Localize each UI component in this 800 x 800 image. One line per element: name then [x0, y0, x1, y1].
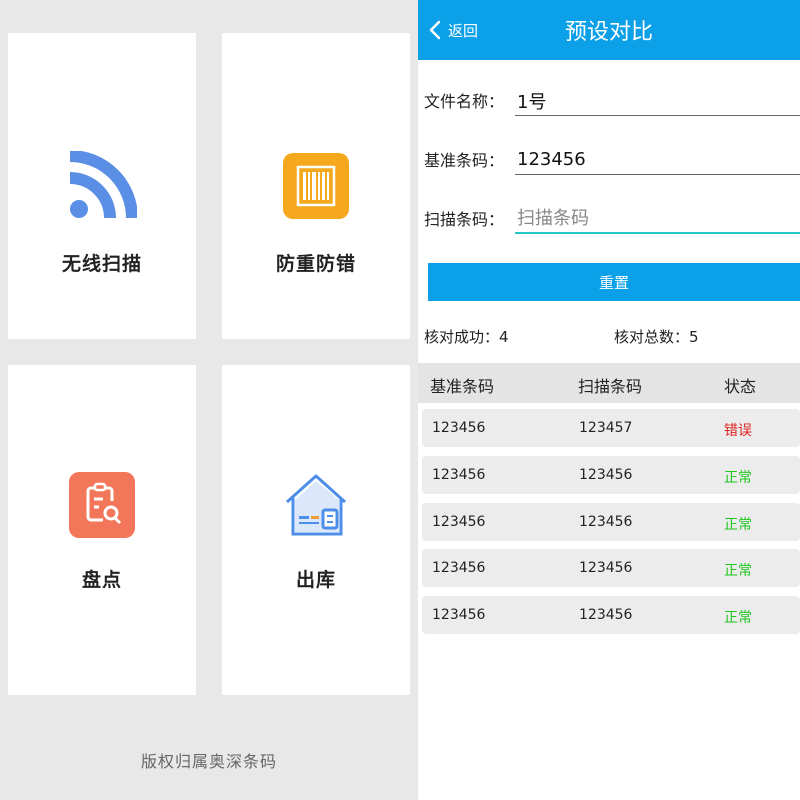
file-name-row: 文件名称：	[418, 78, 800, 118]
success-count: 核对成功：4	[424, 326, 509, 347]
cell-scan: 123456	[579, 560, 633, 576]
cell-base: 123456	[432, 560, 486, 576]
barcode-icon	[283, 153, 349, 219]
scan-code-label: 扫描条码：	[424, 210, 505, 229]
wireless-signal-icon	[69, 151, 137, 219]
column-header-status: 状态	[724, 377, 757, 396]
file-name-label: 文件名称：	[424, 92, 505, 111]
tile-label: 出库	[295, 569, 336, 591]
home-menu-panel: 无线扫描 防重防错 盘点 出库 版权归属奥深条码	[0, 0, 418, 800]
table-row[interactable]: 123456 123456 正常	[422, 503, 800, 541]
cell-base: 123456	[432, 420, 486, 436]
table-row[interactable]: 123456 123456 正常	[422, 596, 800, 634]
total-value: 5	[689, 328, 699, 346]
column-header-scan: 扫描条码	[578, 377, 643, 396]
tile-label: 无线扫描	[61, 253, 142, 275]
base-code-field[interactable]	[515, 137, 800, 175]
cell-status: 正常	[724, 470, 752, 486]
success-label: 核对成功：	[424, 328, 500, 346]
table-row[interactable]: 123456 123456 正常	[422, 456, 800, 494]
warehouse-house-icon	[285, 474, 347, 536]
tile-inventory[interactable]: 盘点	[8, 365, 196, 695]
tile-anti-duplicate[interactable]: 防重防错	[222, 33, 410, 339]
success-value: 4	[499, 328, 509, 346]
page-title: 预设对比	[564, 20, 653, 45]
scan-code-input[interactable]	[515, 196, 800, 234]
cell-status: 正常	[724, 610, 752, 626]
tile-label: 盘点	[81, 569, 122, 591]
cell-status: 错误	[724, 423, 752, 439]
base-code-row: 基准条码：	[418, 137, 800, 177]
copyright-text: 版权归属奥深条码	[140, 752, 277, 771]
cell-status: 正常	[724, 517, 752, 533]
file-name-field[interactable]	[515, 78, 800, 116]
cell-scan: 123456	[579, 467, 633, 483]
app-header: 返回 预设对比	[418, 0, 800, 60]
inventory-document-search-icon	[69, 472, 135, 538]
cell-base: 123456	[432, 514, 486, 530]
tile-outbound[interactable]: 出库	[222, 365, 410, 695]
reset-button[interactable]: 重置	[428, 263, 800, 301]
cell-scan: 123456	[579, 514, 633, 530]
cell-base: 123456	[432, 607, 486, 623]
table-row[interactable]: 123456 123456 正常	[422, 549, 800, 587]
cell-status: 正常	[724, 563, 752, 579]
scan-code-row: 扫描条码：	[418, 196, 800, 236]
column-header-base: 基准条码	[430, 377, 495, 396]
tile-wireless-scan[interactable]: 无线扫描	[8, 33, 196, 339]
total-count: 核对总数：5	[614, 326, 699, 347]
cell-base: 123456	[432, 467, 486, 483]
table-header: 基准条码 扫描条码 状态	[418, 363, 800, 403]
tile-label: 防重防错	[275, 253, 356, 275]
cell-scan: 123456	[579, 607, 633, 623]
total-label: 核对总数：	[614, 328, 690, 346]
cell-scan: 123457	[579, 420, 633, 436]
table-row[interactable]: 123456 123457 错误	[422, 409, 800, 447]
base-code-label: 基准条码：	[424, 151, 505, 170]
preset-compare-screen: 返回 预设对比 文件名称： 基准条码： 扫描条码： 重置 核对成功：4 核对总数…	[418, 0, 800, 800]
